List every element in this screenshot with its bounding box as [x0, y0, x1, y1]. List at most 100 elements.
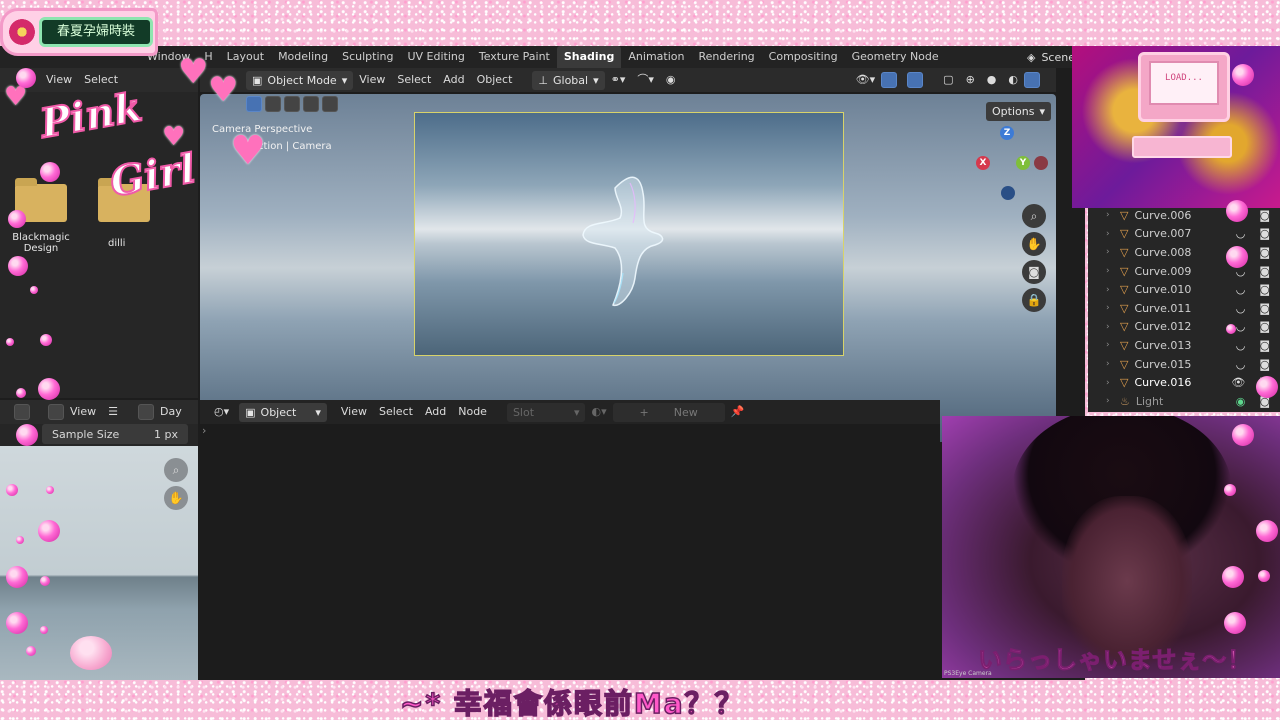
gizmo-y-axis[interactable]: Y: [1016, 156, 1030, 170]
shading-solid-icon[interactable]: ●: [981, 70, 1003, 90]
render-camera-icon[interactable]: ◙: [1259, 246, 1270, 259]
select-intersect-icon[interactable]: [322, 96, 338, 112]
image-browse-icon[interactable]: [137, 404, 154, 420]
outliner-row[interactable]: ›▽Curve.008◡◙: [1088, 243, 1280, 262]
lock-icon[interactable]: 🔒: [1022, 288, 1046, 312]
outliner-row[interactable]: ›▽Curve.006◡◙: [1088, 206, 1280, 225]
node-canvas[interactable]: ›: [200, 424, 940, 680]
tab-geometry-nodes[interactable]: Geometry Node: [845, 46, 946, 68]
shading-rendered-icon[interactable]: [1024, 72, 1040, 88]
overlay-toggle-icon[interactable]: [907, 72, 924, 88]
visibility-icon[interactable]: 👁▾: [850, 70, 882, 90]
expand-icon[interactable]: ›: [1106, 359, 1114, 369]
node-node-menu[interactable]: Node: [452, 402, 493, 422]
outliner-row[interactable]: › ▽ Curve.011 ◡ ◙: [1088, 299, 1280, 318]
eye-icon[interactable]: ◡: [1236, 302, 1246, 315]
select-subtract-icon[interactable]: [284, 96, 300, 112]
outliner-row[interactable]: › ▽ Curve.010 ◡ ◙: [1088, 280, 1280, 299]
outliner-row[interactable]: › ▽ Curve.012 ◡ ◙: [1088, 318, 1280, 337]
xray-icon[interactable]: ▢: [937, 70, 959, 90]
menu-lines-icon[interactable]: ☰: [102, 402, 124, 422]
tab-texture-paint[interactable]: Texture Paint: [472, 46, 557, 68]
pan-hand-icon[interactable]: ✋: [164, 486, 188, 510]
eye-icon[interactable]: 👁: [1231, 376, 1245, 389]
tab-uv-editing[interactable]: UV Editing: [400, 46, 471, 68]
tab-sculpting[interactable]: Sculpting: [335, 46, 400, 68]
eye-icon[interactable]: ◡: [1236, 339, 1246, 352]
render-camera-icon[interactable]: ◙: [1259, 209, 1270, 222]
light-data-icon[interactable]: ◉: [1236, 395, 1246, 408]
new-material-button[interactable]: + New: [612, 402, 725, 422]
gizmo-z-axis[interactable]: Z: [1000, 126, 1014, 140]
expand-icon[interactable]: ›: [1106, 210, 1114, 220]
render-camera-icon[interactable]: ◙: [1259, 283, 1270, 296]
proportional-edit-icon[interactable]: ◉: [660, 70, 682, 90]
outliner-row[interactable]: › ▽ Curve.007 ◡ ◙: [1088, 225, 1280, 244]
gizmo-x-axis[interactable]: X: [976, 156, 990, 170]
expand-icon[interactable]: ›: [1106, 378, 1114, 388]
sample-size-field[interactable]: Sample Size 1 px: [42, 424, 188, 444]
viewport-add-menu[interactable]: Add: [437, 70, 470, 90]
tab-shading[interactable]: Shading: [556, 46, 622, 68]
expand-icon[interactable]: ›: [1106, 285, 1114, 295]
tab-rendering[interactable]: Rendering: [691, 46, 761, 68]
render-camera-icon[interactable]: ◙: [1259, 320, 1270, 333]
node-select-menu[interactable]: Select: [373, 402, 419, 422]
expand-icon[interactable]: ›: [1106, 340, 1114, 350]
outliner-row[interactable]: › ♨ Light ◉ ◙: [1088, 392, 1280, 411]
gizmo-toggle-icon[interactable]: [881, 72, 898, 88]
snap-icon[interactable]: ⌒▾: [631, 70, 660, 90]
pan-hand-icon[interactable]: ✋: [1022, 232, 1046, 256]
expand-icon[interactable]: ›: [1106, 303, 1114, 313]
transform-orientation-dropdown[interactable]: ⊥ Global ▾: [532, 70, 605, 90]
outliner-row-selected[interactable]: ›▽Curve.016👁◙: [1088, 373, 1280, 392]
shader-type-dropdown[interactable]: ▣ Object ▾: [239, 402, 327, 422]
render-camera-icon[interactable]: ◙: [1259, 227, 1270, 240]
render-camera-icon[interactable]: ◙: [1259, 358, 1270, 371]
outliner-row[interactable]: › ▽ Curve.013 ◡ ◙: [1088, 336, 1280, 355]
zoom-icon[interactable]: ⌕: [1022, 204, 1046, 228]
outliner-row[interactable]: › ▽ Curve.015 ◡ ◙: [1088, 355, 1280, 374]
expand-icon[interactable]: ›: [1106, 229, 1114, 239]
eye-icon[interactable]: ◡: [1236, 283, 1246, 296]
shading-material-icon[interactable]: ◐: [1002, 70, 1024, 90]
render-camera-icon[interactable]: ◙: [1259, 302, 1270, 315]
tab-compositing[interactable]: Compositing: [762, 46, 845, 68]
select-invert-icon[interactable]: [303, 96, 319, 112]
editor-type-icon[interactable]: [14, 404, 30, 420]
expand-icon[interactable]: ›: [1106, 322, 1114, 332]
viewport-view-menu[interactable]: View: [353, 70, 391, 90]
expand-icon[interactable]: ›: [1106, 247, 1114, 257]
options-dropdown[interactable]: Options ▾: [986, 102, 1051, 121]
pin-icon[interactable]: 📌: [725, 402, 751, 422]
sidebar-toggle-icon[interactable]: ›: [202, 424, 206, 437]
image-name[interactable]: Day: [154, 402, 188, 422]
viewport-object-menu[interactable]: Object: [471, 70, 519, 90]
viewport-select-menu[interactable]: Select: [391, 70, 437, 90]
eye-icon[interactable]: ◡: [1236, 320, 1246, 333]
gizmo-neg-x[interactable]: [1034, 156, 1048, 170]
node-view-menu[interactable]: View: [335, 402, 373, 422]
expand-icon[interactable]: ›: [1106, 266, 1114, 276]
render-camera-icon[interactable]: ◙: [1259, 265, 1270, 278]
tab-modeling[interactable]: Modeling: [271, 46, 335, 68]
image-mode-icon[interactable]: [48, 404, 64, 420]
eye-icon[interactable]: ◡: [1236, 227, 1246, 240]
zoom-icon[interactable]: ⌕: [164, 458, 188, 482]
material-icon[interactable]: ◐▾: [585, 402, 612, 422]
expand-icon[interactable]: ›: [1106, 396, 1114, 406]
render-camera-icon[interactable]: ◙: [1259, 339, 1270, 352]
slot-dropdown[interactable]: Slot ▾: [506, 402, 586, 422]
shading-wireframe-icon[interactable]: ⊕: [960, 70, 981, 90]
tab-animation[interactable]: Animation: [621, 46, 691, 68]
chevron-down-icon: ▾: [593, 73, 599, 87]
node-add-menu[interactable]: Add: [419, 402, 452, 422]
image-view-menu[interactable]: View: [64, 402, 102, 422]
outliner-row[interactable]: › ▽ Curve.009 ◡ ◙: [1088, 262, 1280, 281]
camera-view-icon[interactable]: ◙: [1022, 260, 1046, 284]
pivot-icon[interactable]: ⚭▾: [605, 70, 632, 90]
eye-icon[interactable]: ◡: [1236, 358, 1246, 371]
editor-type-icon[interactable]: ◴▾: [208, 402, 235, 422]
gizmo-neg-z[interactable]: [1001, 186, 1015, 200]
3d-viewport[interactable]: Camera Perspective ction | Camera Option…: [200, 94, 1056, 442]
